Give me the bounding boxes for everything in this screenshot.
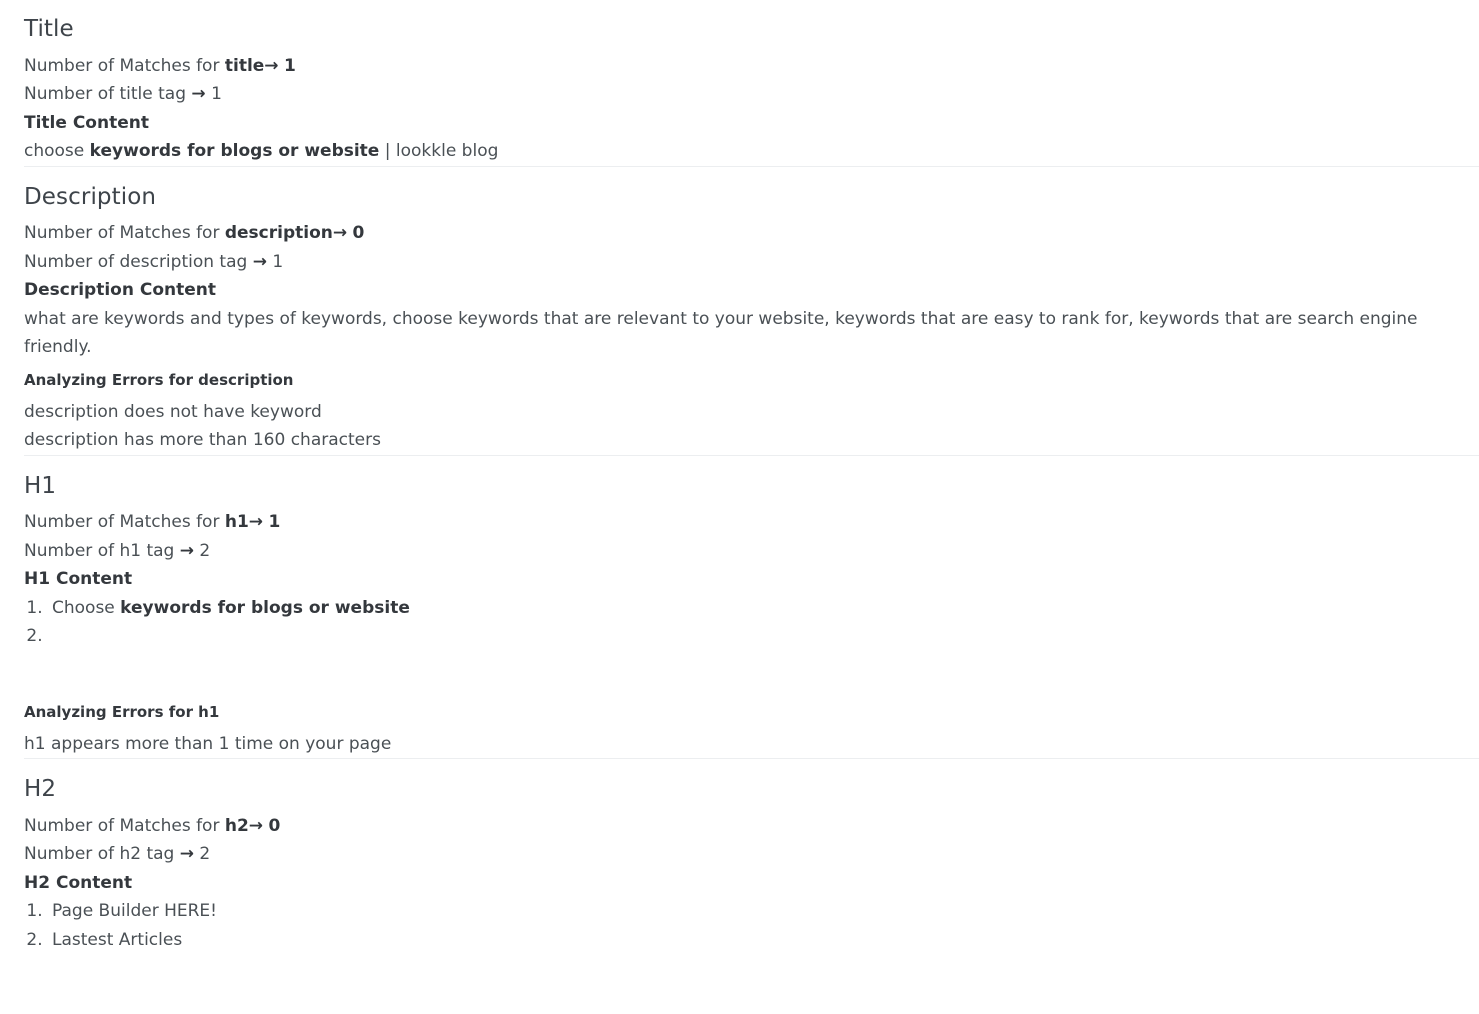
description-error-item: description does not have keyword [24,401,322,422]
arrow-icon: → [252,251,267,272]
title-tag-count-prefix: Number of title tag [24,84,192,105]
description-errors-label: Analyzing Errors for description [24,370,294,389]
h2-matches-term: h2 [224,815,249,836]
title-tag-count-value: 1 [211,84,222,105]
description-matches-line: Number of Matches for description→ 0 [24,219,1471,248]
h1-item-keyword: keywords for blogs or website [120,597,410,618]
section-heading-title: Title [24,16,74,42]
section-title: Title Number of Matches for title→ 1 Num… [0,0,1479,166]
section-heading-h1: H1 [24,472,57,499]
h1-matches-value: 1 [268,512,281,533]
title-matches-line: Number of Matches for title→ 1 [24,52,1471,81]
description-tag-count-prefix: Number of description tag [24,251,253,272]
h2-tag-count-value: 2 [199,844,211,865]
h1-error-item: h1 appears more than 1 time on your page [24,733,392,754]
title-tag-count-line: Number of title tag → 1 [24,80,1471,109]
list-item [48,622,1471,651]
h1-matches-line: Number of Matches for h1→ 1 [24,508,1471,537]
description-matches-value: 0 [352,223,365,244]
h2-item-before: Lastest Articles [52,929,183,950]
h1-tag-count-value: 2 [199,540,211,561]
section-h1: H1 Number of Matches for h1→ 1 Number of… [0,456,1479,759]
title-content-keyword: keywords for blogs or website [89,141,380,162]
list-item: Page Builder HERE! [48,897,1471,926]
h2-matches-line: Number of Matches for h2→ 0 [24,812,1471,841]
h2-item-before: Page Builder HERE! [52,901,217,922]
h1-errors-label: Analyzing Errors for h1 [24,702,220,721]
h2-content-list: Page Builder HERE! Lastest Articles [24,897,1471,954]
title-matches-value: 1 [283,55,296,76]
description-error-item: description has more than 160 characters [24,430,381,451]
arrow-icon: → [264,55,279,76]
h1-item-before: Choose [52,597,121,618]
description-tag-count-line: Number of description tag → 1 [24,248,1471,277]
h2-tag-count-prefix: Number of h2 tag [24,844,180,865]
seo-analysis-report: Title Number of Matches for title→ 1 Num… [0,0,1479,954]
arrow-icon: → [248,512,264,533]
description-content-label: Description Content [24,280,217,301]
title-content-before: choose [24,141,90,162]
h1-content-list: Choose keywords for blogs or website [24,594,1471,651]
h2-matches-prefix: Number of Matches for [24,815,225,836]
title-content-label: Title Content [24,112,149,133]
h2-matches-value: 0 [268,815,281,836]
h1-matches-prefix: Number of Matches for [24,512,225,533]
description-content-text: what are keywords and types of keywords,… [24,308,1418,358]
section-heading-description: Description [24,183,157,210]
section-description: Description Number of Matches for descri… [0,167,1479,455]
h1-matches-term: h1 [224,512,249,533]
h1-content-label: H1 Content [24,569,133,590]
h2-tag-count-line: Number of h2 tag → 2 [24,840,1471,869]
h1-tag-count-prefix: Number of h1 tag [24,540,180,561]
arrow-icon: → [179,540,195,561]
h1-tag-count-line: Number of h1 tag → 2 [24,537,1471,566]
h2-content-label: H2 Content [24,872,133,893]
description-matches-prefix: Number of Matches for [24,223,225,244]
description-matches-term: description [224,223,333,244]
title-content-after: | lookkle blog [379,141,499,162]
arrow-icon: → [179,844,195,865]
arrow-icon: → [191,84,206,105]
arrow-icon: → [248,815,264,836]
title-matches-prefix: Number of Matches for [24,55,225,76]
arrow-icon: → [332,223,348,244]
section-h2: H2 Number of Matches for h2→ 0 Number of… [0,759,1479,954]
list-item: Lastest Articles [48,926,1471,955]
list-item: Choose keywords for blogs or website [48,594,1471,623]
description-tag-count-value: 1 [272,251,284,272]
title-content-text: choose keywords for blogs or website | l… [24,137,1471,166]
title-matches-term: title [224,55,265,76]
section-heading-h2: H2 [24,776,57,803]
